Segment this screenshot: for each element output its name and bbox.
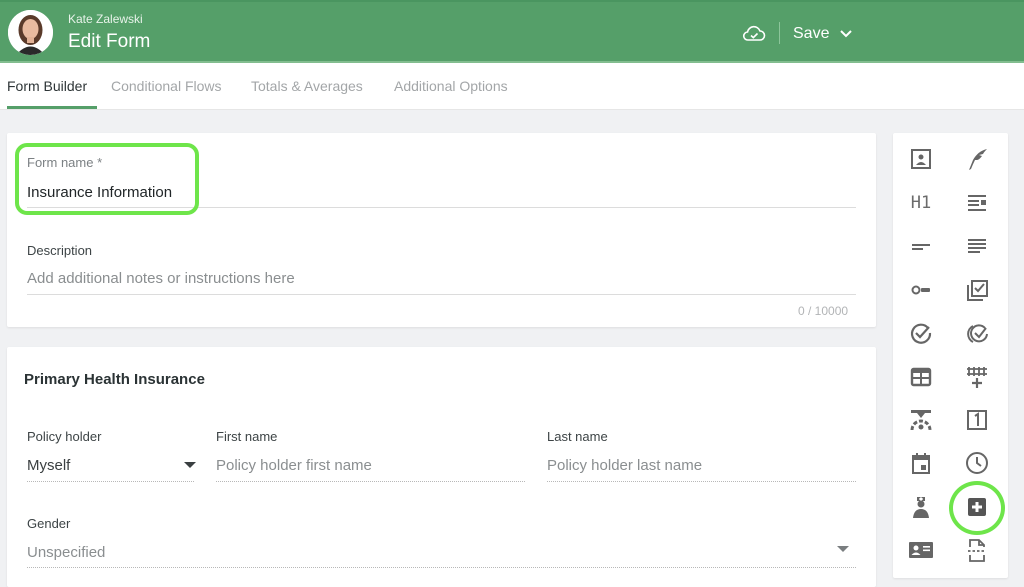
avatar[interactable] [8,10,53,55]
short-text-icon[interactable] [908,233,934,259]
first-name-label: First name [216,429,278,444]
tab-totals-averages[interactable]: Totals & Averages [251,78,363,94]
description-input[interactable]: Add additional notes or instructions her… [27,270,295,287]
gender-label: Gender [27,516,71,531]
doctor-icon[interactable] [908,494,934,520]
section-title: Primary Health Insurance [24,371,205,388]
description-underline [27,294,856,295]
dropdown-caret-icon[interactable] [837,546,849,552]
number-icon[interactable] [964,407,990,433]
tab-conditional-flows[interactable]: Conditional Flows [111,78,222,94]
active-tab-indicator [7,106,97,109]
heading-icon[interactable]: H1 [908,190,934,216]
user-name: Kate Zalewski [68,12,143,26]
paragraph-icon[interactable] [964,233,990,259]
tab-additional-options[interactable]: Additional Options [394,78,508,94]
text-block-icon[interactable] [964,190,990,216]
policy-holder-select[interactable]: Myself [27,457,70,474]
tab-bar: Form Builder Conditional Flows Totals & … [0,63,1024,110]
contact-card-icon[interactable] [908,146,934,172]
signature-icon[interactable] [964,146,990,172]
dropdown-caret-icon[interactable] [184,462,196,468]
first-name-underline [216,481,525,482]
toggle-icon[interactable] [908,277,934,303]
cloud-saved-icon[interactable] [742,23,766,43]
policy-holder-label: Policy holder [27,429,102,444]
last-name-label: Last name [547,429,608,444]
chevron-down-icon [840,30,853,38]
description-char-counter: 0 / 10000 [798,304,849,318]
calendar-icon[interactable] [908,450,934,476]
page-break-icon[interactable] [964,537,990,563]
check-circle-icon[interactable] [908,320,934,346]
gender-select[interactable]: Unspecified [27,544,105,561]
table-icon[interactable] [908,364,934,390]
clock-icon[interactable] [964,450,990,476]
last-name-underline [547,481,856,482]
policy-holder-underline [27,481,194,482]
save-label: Save [793,25,830,42]
page-title: Edit Form [68,31,151,52]
description-label: Description [27,243,93,258]
medical-field-highlight [949,481,1005,535]
scale-icon[interactable] [908,407,934,433]
id-card-icon[interactable] [908,537,934,563]
multi-check-circle-icon[interactable] [964,320,990,346]
multi-checkbox-icon[interactable] [964,277,990,303]
grid-add-icon[interactable] [964,364,990,390]
tab-form-builder[interactable]: Form Builder [7,78,87,94]
first-name-input[interactable]: Policy holder first name [216,457,372,474]
gender-underline [27,567,856,568]
save-button[interactable]: Save [793,22,853,46]
form-name-highlight [15,143,199,215]
last-name-input[interactable]: Policy holder last name [547,457,702,474]
app-header: Kate Zalewski Edit Form Save [0,0,1024,63]
header-divider [779,22,780,44]
